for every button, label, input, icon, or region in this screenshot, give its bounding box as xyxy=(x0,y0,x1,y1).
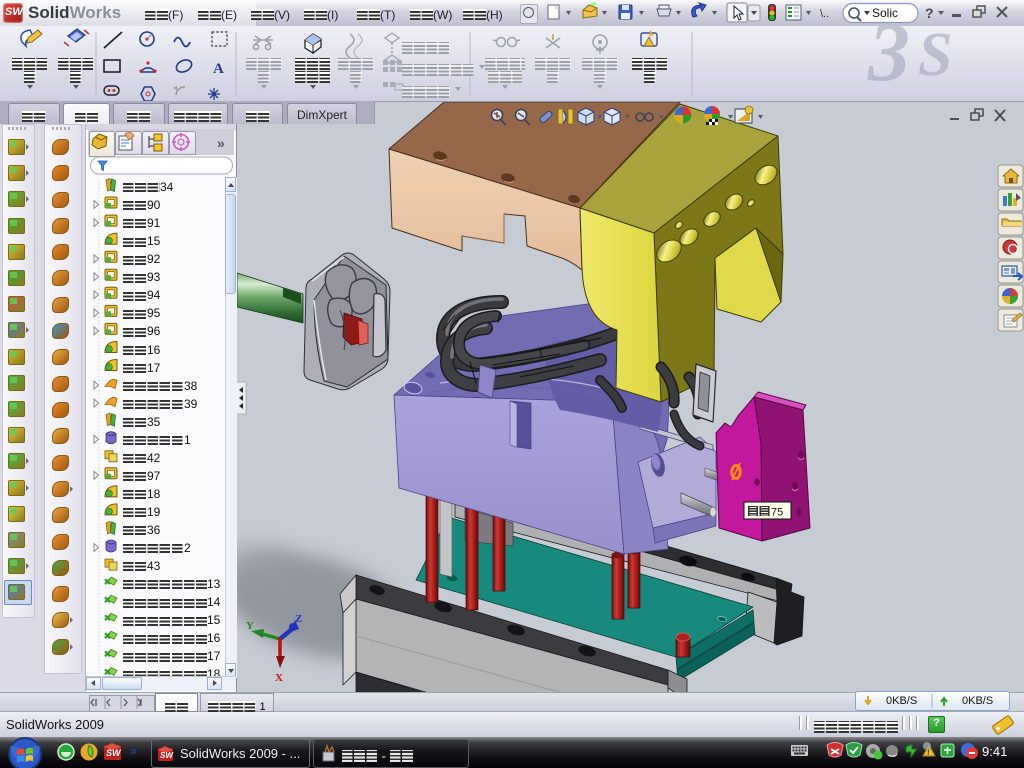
svg-text:A: A xyxy=(213,61,224,77)
svg-text:?: ? xyxy=(925,5,934,21)
svg-text:75: 75 xyxy=(771,507,783,519)
svg-text:9:41: 9:41 xyxy=(982,744,1007,759)
svg-text:Z: Z xyxy=(295,613,302,625)
svg-text:X: X xyxy=(275,672,283,684)
svg-text:\..: \.. xyxy=(820,8,829,20)
svg-text:SW: SW xyxy=(160,751,174,760)
svg-text:Solic: Solic xyxy=(872,6,898,20)
svg-text:»: » xyxy=(217,135,225,151)
svg-text:SW: SW xyxy=(106,748,122,758)
svg-text:Y: Y xyxy=(246,620,254,632)
svg-text:»: » xyxy=(130,743,137,758)
